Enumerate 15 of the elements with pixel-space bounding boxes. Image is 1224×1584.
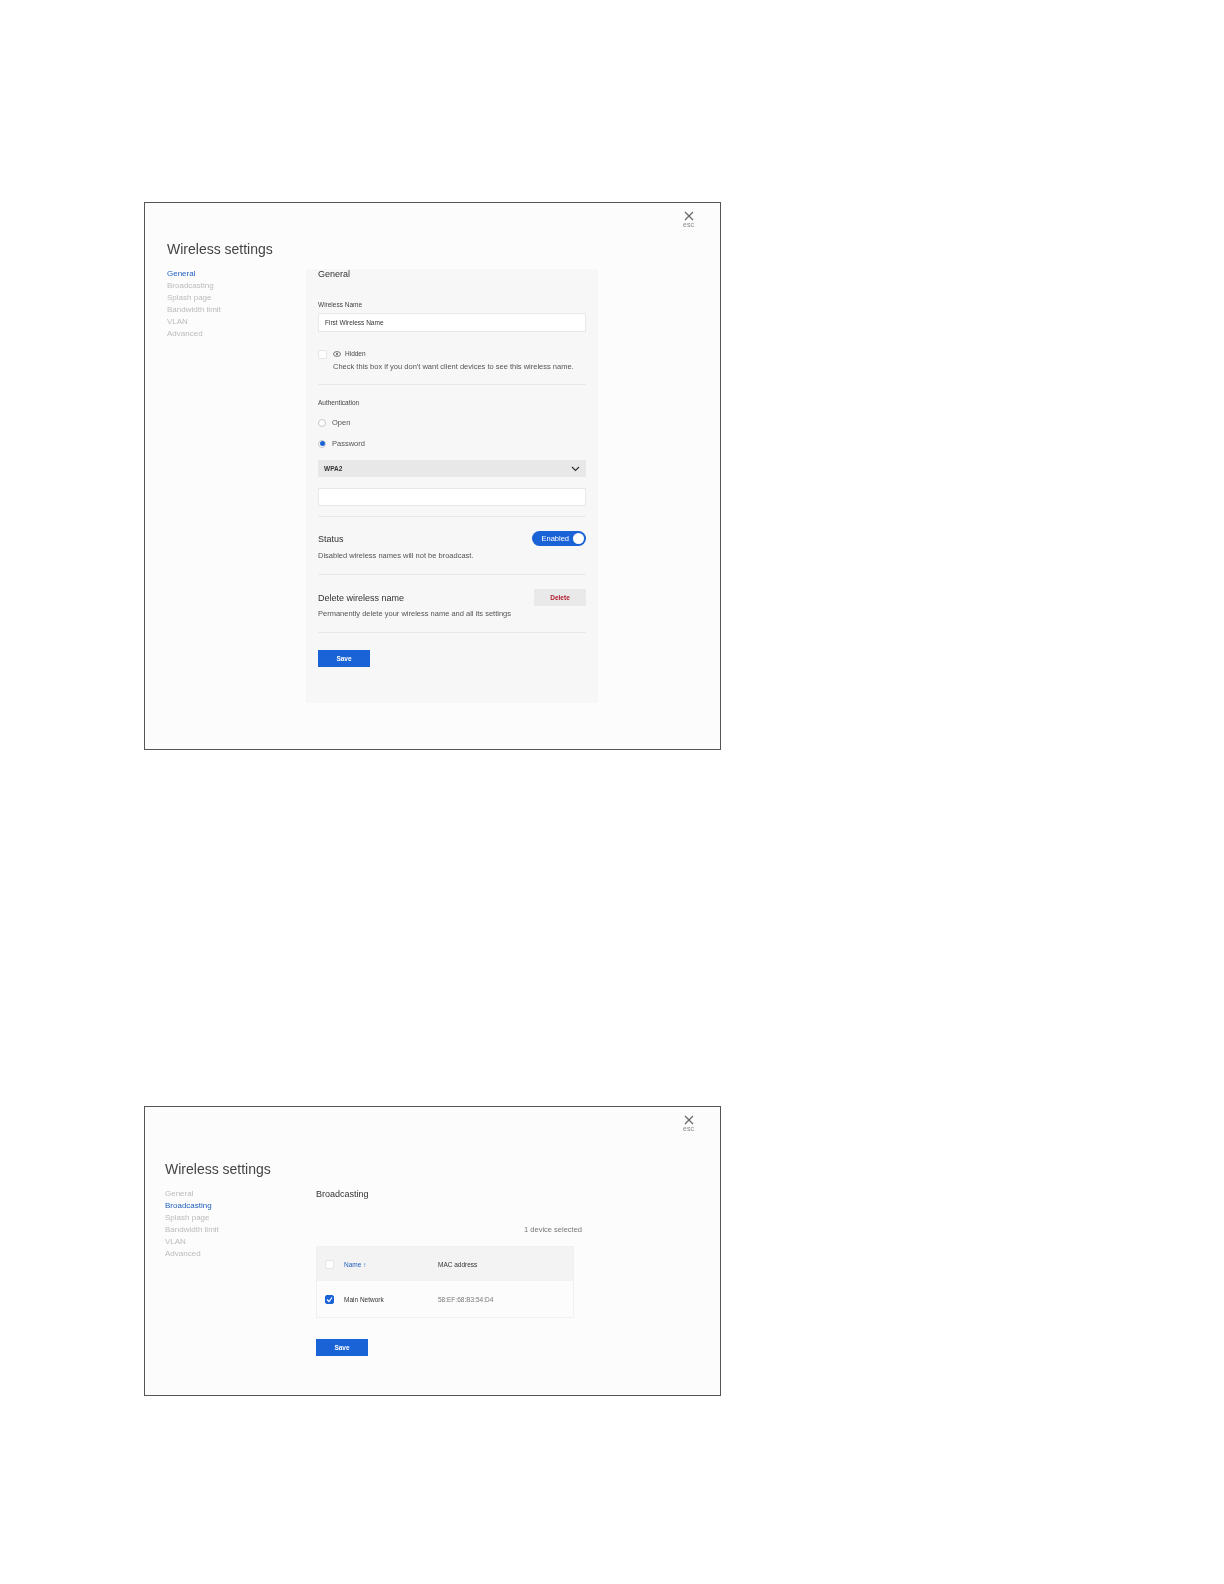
- radio-button[interactable]: [318, 418, 326, 427]
- delete-title: Delete wireless name: [318, 592, 405, 603]
- close-icon[interactable]: [683, 1115, 694, 1125]
- checkbox[interactable]: [325, 1294, 334, 1304]
- eye-icon: [333, 350, 341, 357]
- section-heading: Broadcasting: [316, 1189, 370, 1199]
- nav-item[interactable]: Broadcasting: [165, 1201, 212, 1210]
- radio-button[interactable]: [318, 439, 326, 448]
- close-icon[interactable]: [683, 211, 694, 221]
- status-title: Status: [318, 533, 344, 544]
- window-title: Wireless settings: [165, 1161, 271, 1177]
- window-title: Wireless settings: [167, 241, 273, 257]
- section-heading: General: [318, 269, 352, 279]
- nav-item[interactable]: General: [167, 269, 196, 278]
- chevron-down-icon: [571, 465, 580, 472]
